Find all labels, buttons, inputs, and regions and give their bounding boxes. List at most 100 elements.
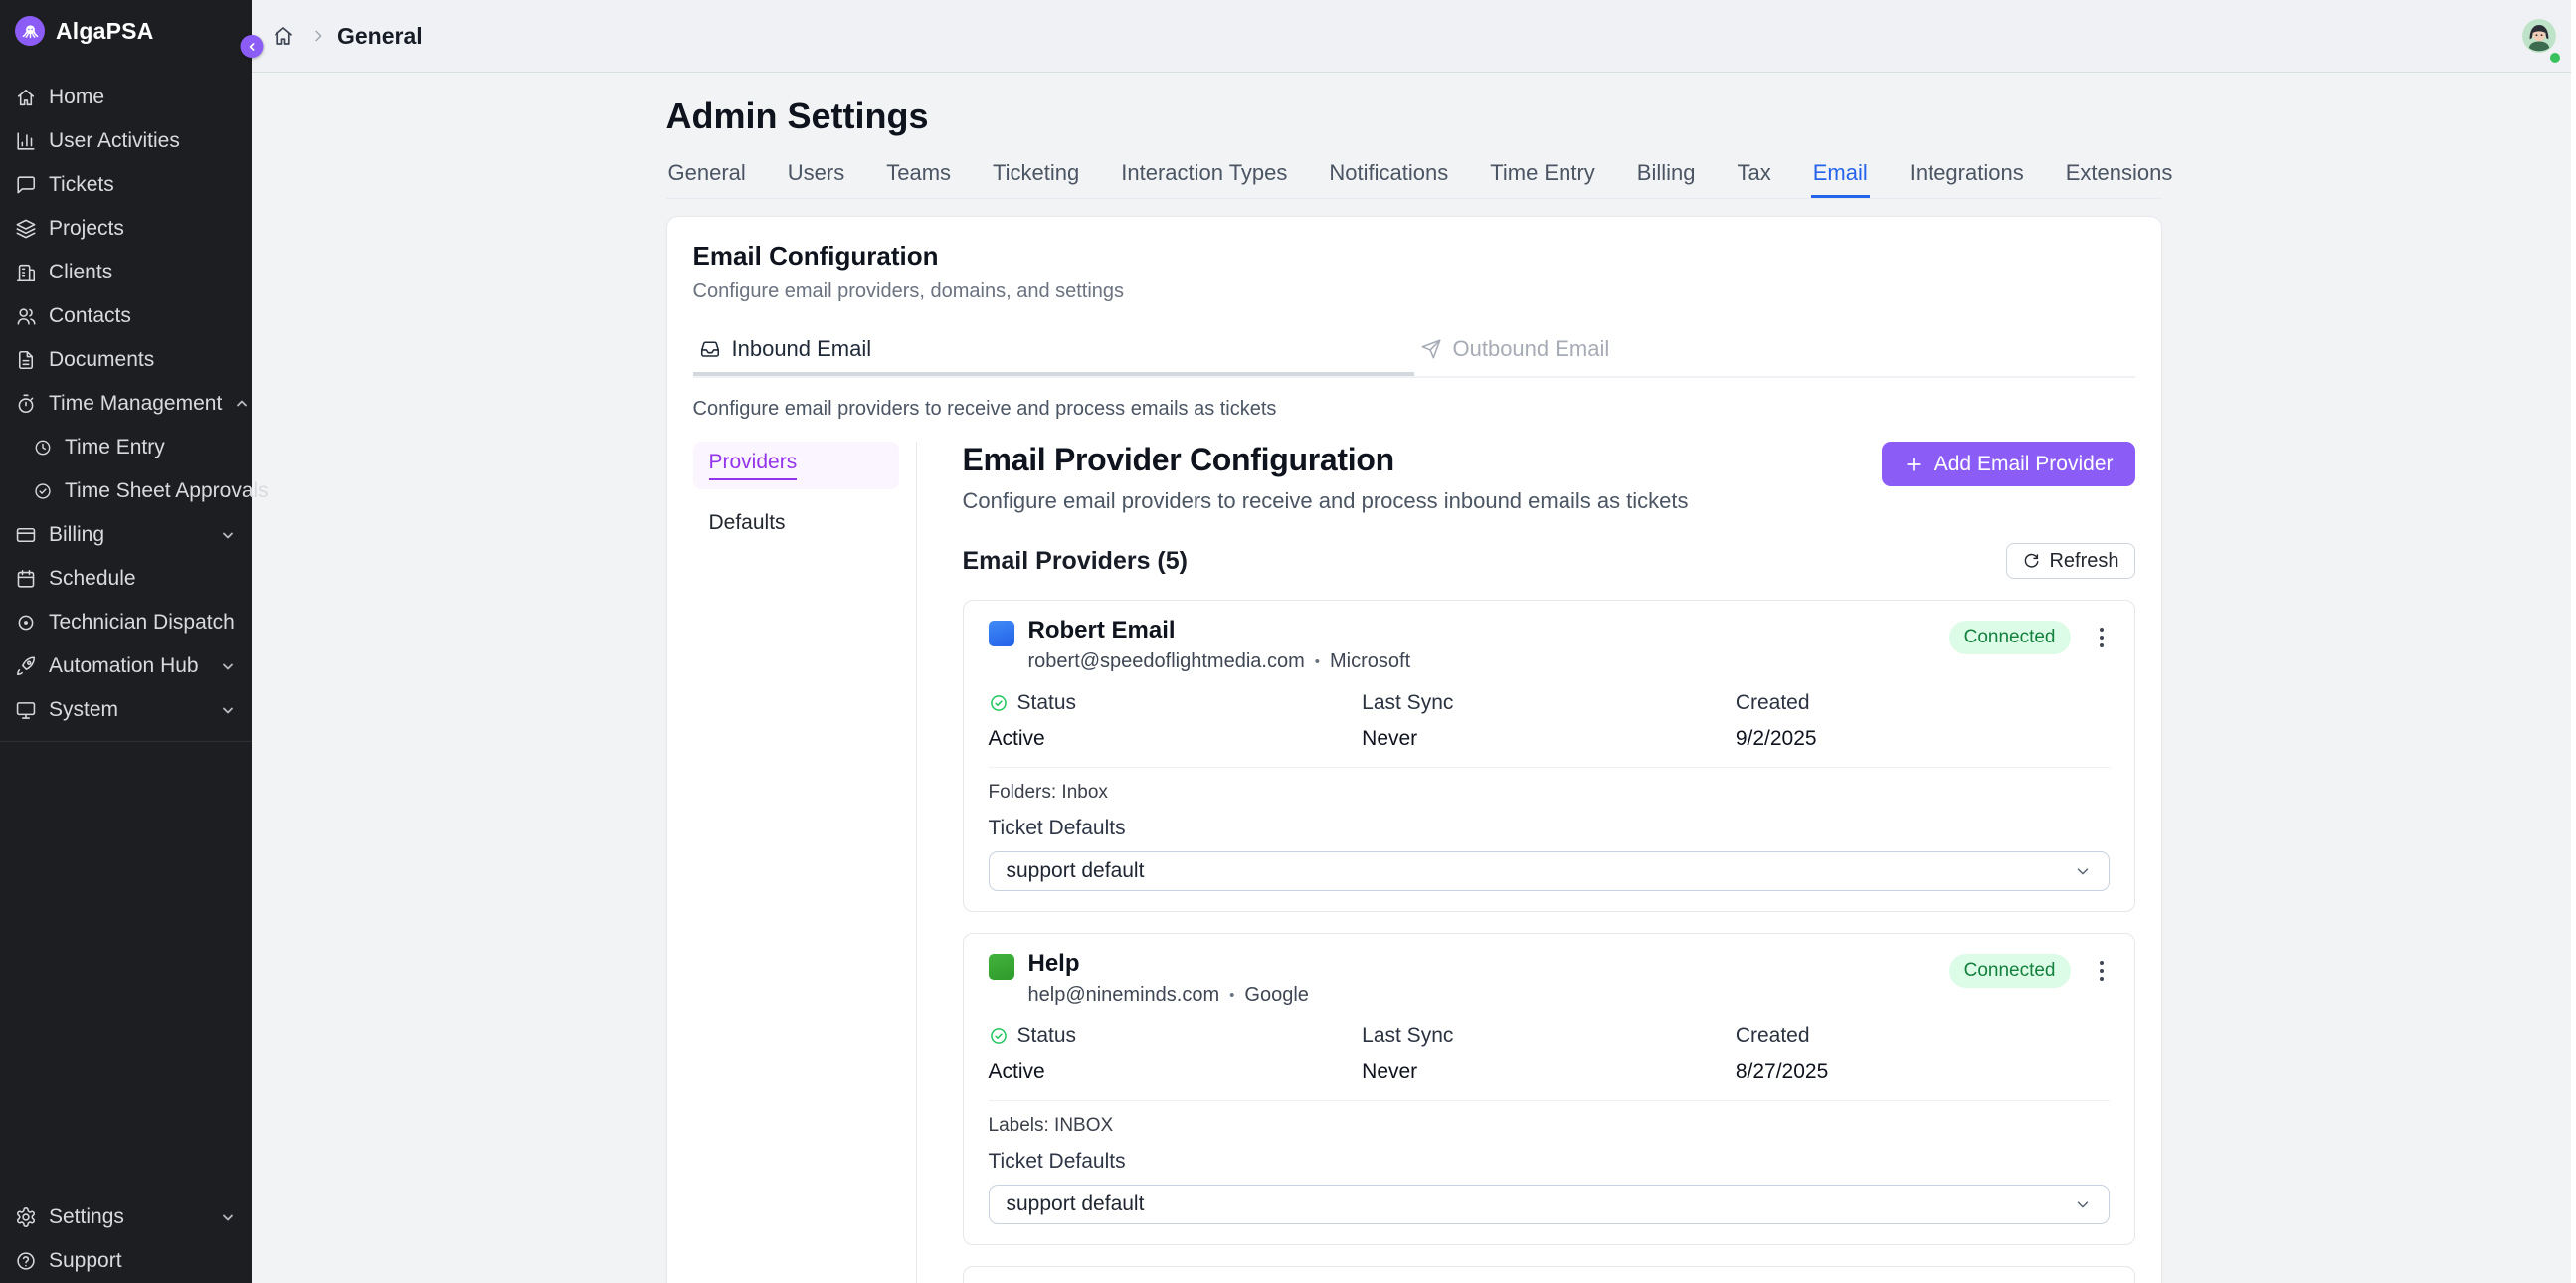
subnav-item-defaults[interactable]: Defaults <box>693 502 899 544</box>
calendar-icon <box>15 568 37 590</box>
check-circle-icon <box>989 693 1009 713</box>
tab-interaction-types[interactable]: Interaction Types <box>1119 154 1289 198</box>
scrollbar-track[interactable] <box>2571 0 2576 1283</box>
add-button-label: Add Email Provider <box>1934 453 2114 476</box>
providers-count-heading: Email Providers (5) <box>963 547 1188 576</box>
sidebar-bottom-nav: Settings Support <box>0 1195 252 1283</box>
kebab-menu-button[interactable] <box>2094 622 2110 653</box>
building-icon <box>15 262 37 283</box>
app-window: AlgaPSA Home User Activities Tickets Pro… <box>0 0 2576 1283</box>
sidebar-item-automation-hub[interactable]: Automation Hub <box>0 644 252 688</box>
sidebar-item-time-management[interactable]: Time Management <box>0 382 252 426</box>
breadcrumb-home-button[interactable] <box>268 20 299 52</box>
main-column: General Admin Settings General <box>252 0 2576 1283</box>
sidebar-item-time-entry[interactable]: Time Entry <box>0 426 252 469</box>
sidebar-item-tickets[interactable]: Tickets <box>0 163 252 207</box>
chevron-down-icon <box>220 702 236 718</box>
email-provider-card: Info info@nineminds.com • Google C <box>963 1266 2135 1283</box>
tab-users[interactable]: Users <box>786 154 846 198</box>
card-divider <box>989 767 2110 768</box>
email-direction-tabs: Inbound Email Outbound Email <box>693 327 2135 378</box>
tab-teams[interactable]: Teams <box>884 154 953 198</box>
sidebar-item-label: System <box>49 698 118 722</box>
refresh-button[interactable]: Refresh <box>2006 543 2134 579</box>
user-avatar[interactable] <box>2522 19 2556 53</box>
tab-extensions[interactable]: Extensions <box>2064 154 2175 198</box>
page-content: Admin Settings General Users Teams Ticke… <box>252 73 2576 1283</box>
sidebar-item-schedule[interactable]: Schedule <box>0 557 252 601</box>
provider-email: help@nineminds.com <box>1028 984 1220 1007</box>
stat-label: Created <box>1736 1024 1810 1048</box>
email-configuration-panel: Email Configuration Configure email prov… <box>666 216 2162 1283</box>
chevron-left-icon <box>246 41 258 53</box>
settings-tabs: General Users Teams Ticketing Interactio… <box>666 154 2162 199</box>
tab-notifications[interactable]: Notifications <box>1327 154 1450 198</box>
ticket-defaults-select[interactable]: support default <box>989 1185 2110 1224</box>
ticket-defaults-label: Ticket Defaults <box>989 1150 2110 1174</box>
sidebar-item-support[interactable]: Support <box>0 1239 252 1283</box>
locate-icon <box>15 612 37 634</box>
subnav-item-providers[interactable]: Providers <box>693 442 899 489</box>
sidebar-item-documents[interactable]: Documents <box>0 338 252 382</box>
sidebar-item-label: User Activities <box>49 129 180 153</box>
file-text-icon <box>15 349 37 371</box>
bar-chart-icon <box>15 130 37 152</box>
page-title: Admin Settings <box>666 95 2162 136</box>
ticket-defaults-select[interactable]: support default <box>989 851 2110 891</box>
sidebar-item-billing[interactable]: Billing <box>0 513 252 557</box>
sidebar-item-projects[interactable]: Projects <box>0 207 252 251</box>
sidebar-item-settings[interactable]: Settings <box>0 1195 252 1239</box>
microsoft-provider-icon <box>989 621 1014 646</box>
sidebar-item-label: Documents <box>49 348 154 372</box>
home-icon <box>272 24 295 48</box>
plus-icon <box>1904 455 1924 474</box>
provider-name: Robert Email <box>1028 617 1411 644</box>
chevron-down-icon <box>2074 862 2092 880</box>
section-title: Email Provider Configuration <box>963 442 1689 478</box>
tab-inbound-email[interactable]: Inbound Email <box>693 327 1414 376</box>
sidebar-item-technician-dispatch[interactable]: Technician Dispatch <box>0 601 252 644</box>
sidebar-item-label: Schedule <box>49 567 136 591</box>
card-divider <box>989 1100 2110 1101</box>
layers-icon <box>15 218 37 240</box>
tab-email[interactable]: Email <box>1811 154 1870 198</box>
avatar-image <box>2522 19 2556 53</box>
clock-icon <box>33 438 53 458</box>
tab-tax[interactable]: Tax <box>1735 154 1772 198</box>
select-value: support default <box>1007 1192 1145 1216</box>
timer-icon <box>15 393 37 415</box>
dot-separator: • <box>1229 987 1234 1004</box>
sidebar-item-clients[interactable]: Clients <box>0 251 252 294</box>
tab-outbound-email[interactable]: Outbound Email <box>1414 327 2135 376</box>
created-value: 8/27/2025 <box>1736 1060 2110 1084</box>
tab-time-entry[interactable]: Time Entry <box>1488 154 1597 198</box>
sidebar-item-system[interactable]: System <box>0 688 252 732</box>
stat-label: Status <box>1017 691 1077 715</box>
section-subtitle: Configure email providers to receive and… <box>963 488 1689 514</box>
sidebar-item-time-sheet-approvals[interactable]: Time Sheet Approvals <box>0 469 252 513</box>
email-provider-card: Help help@nineminds.com • Google C <box>963 933 2135 1245</box>
breadcrumb-current[interactable]: General <box>337 23 423 50</box>
sidebar-item-label: Clients <box>49 261 112 284</box>
check-circle-icon <box>33 481 53 501</box>
provider-configuration-section: Email Provider Configuration Configure e… <box>916 442 2135 1283</box>
tab-integrations[interactable]: Integrations <box>1908 154 2026 198</box>
gear-icon <box>15 1206 37 1228</box>
sidebar-item-user-activities[interactable]: User Activities <box>0 119 252 163</box>
add-email-provider-button[interactable]: Add Email Provider <box>1882 442 2135 486</box>
app-logo-icon <box>15 16 45 46</box>
tab-ticketing[interactable]: Ticketing <box>991 154 1081 198</box>
stat-label: Status <box>1017 1024 1077 1048</box>
sidebar-item-label: Automation Hub <box>49 654 199 678</box>
sidebar-item-label: Support <box>49 1249 122 1273</box>
users-icon <box>15 305 37 327</box>
sidebar-item-contacts[interactable]: Contacts <box>0 294 252 338</box>
sidebar-item-home[interactable]: Home <box>0 76 252 119</box>
sidebar-item-label: Time Entry <box>65 436 165 459</box>
sidebar: AlgaPSA Home User Activities Tickets Pro… <box>0 0 252 1283</box>
tab-general[interactable]: General <box>666 154 748 198</box>
sidebar-collapse-button[interactable] <box>241 35 264 58</box>
breadcrumb-chevron-icon <box>310 28 326 44</box>
tab-billing[interactable]: Billing <box>1635 154 1698 198</box>
kebab-menu-button[interactable] <box>2094 955 2110 987</box>
